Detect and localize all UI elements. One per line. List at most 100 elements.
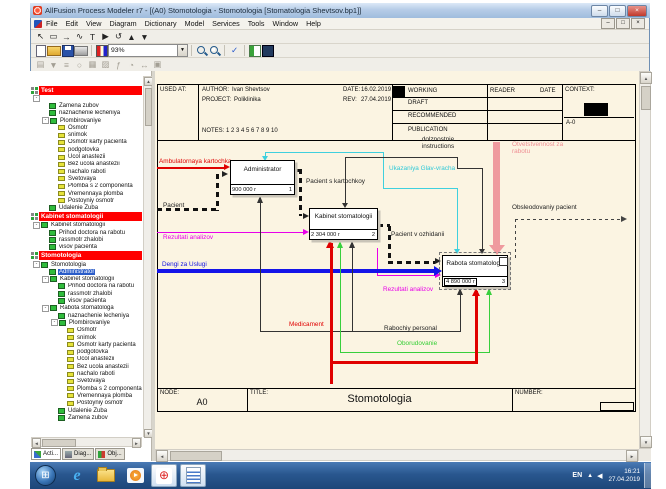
tree-item[interactable]: Bez ucola anastezii [31, 161, 142, 168]
tree-item[interactable]: visov pacienta [31, 244, 142, 251]
arrow-segment[interactable] [340, 243, 341, 353]
bpwin-taskbar-button[interactable]: ⊕ [151, 464, 177, 487]
minimize-button[interactable]: – [591, 5, 608, 17]
tree-expander-icon[interactable]: - [42, 117, 49, 124]
menu-edit[interactable]: Edit [66, 19, 78, 28]
arrow-label-otvetstvennost[interactable]: Otvetstvennost za rabotu [512, 141, 574, 156]
spell-check-button[interactable]: ✓ [228, 45, 241, 57]
tree-item[interactable]: Prihod doctora na rabotu [31, 283, 142, 290]
mdi-restore-button[interactable]: □ [616, 18, 630, 29]
tree-item[interactable]: Ucol anastezii [31, 153, 142, 160]
model-explorer-button[interactable] [248, 45, 261, 57]
arrow-segment[interactable] [388, 261, 435, 264]
tree-item[interactable]: -Rabota stomatologa [31, 305, 142, 312]
tree-item[interactable]: Vremennaya plomba [31, 392, 142, 399]
scrollbar-thumb[interactable] [170, 451, 222, 461]
arrow-label-rezultati-1[interactable]: Rezultati analizov [163, 234, 213, 241]
mdi-close-button[interactable]: × [631, 18, 645, 29]
canvas-horizontal-scrollbar[interactable]: ◄ ► [155, 449, 639, 461]
report-button[interactable] [95, 45, 108, 57]
arrow-segment[interactable] [157, 167, 224, 169]
squiggle-tool-icon[interactable]: ∿ [73, 31, 86, 43]
arrow-label-ukazaniya[interactable]: Ukazaniya Glav-vracha [389, 165, 455, 172]
arrow-segment[interactable] [157, 269, 434, 273]
tree-horizontal-scrollbar[interactable]: ◄ ► [31, 437, 142, 447]
scrollbar-thumb[interactable] [145, 88, 152, 126]
menu-view[interactable]: View [86, 19, 101, 28]
menu-services[interactable]: Services [212, 19, 240, 28]
tree-item[interactable]: Ucol anastezii [31, 356, 142, 363]
arrow-label-rezultati-2[interactable]: Rezultati analizov [383, 286, 433, 293]
print-button[interactable] [74, 45, 88, 57]
canvas-vertical-scrollbar[interactable]: ▲ ▼ [639, 71, 651, 449]
tree-item[interactable]: -Plombirovaniye [31, 319, 142, 326]
document-app-taskbar-button[interactable] [180, 464, 206, 487]
arrow-label-medicament[interactable]: Medicament [289, 321, 324, 328]
arrow-label-rabochiy[interactable]: Rabochiy personal [384, 325, 437, 332]
activity-box-tool-icon[interactable]: ▭ [47, 31, 60, 43]
tree-item[interactable]: - [31, 95, 142, 102]
arrow-segment[interactable] [482, 168, 483, 249]
menu-diagram[interactable]: Diagram [109, 19, 136, 28]
tree-item[interactable]: -Stomotologia [31, 261, 142, 268]
tree-expander-icon[interactable]: - [33, 261, 40, 268]
tree-item[interactable]: Svetovaya [31, 175, 142, 182]
arrow-label-pacient-v-ozhidanii[interactable]: Pacient v ozhidanii [391, 231, 444, 238]
arrow-segment[interactable] [216, 174, 219, 211]
zoom-button[interactable] [195, 45, 208, 57]
tree-expander-icon[interactable]: - [42, 276, 49, 283]
arrow-segment[interactable] [457, 188, 458, 249]
internet-explorer-icon[interactable]: e [64, 464, 90, 487]
arrow-segment[interactable] [460, 291, 461, 332]
arrow-label-oborudovanie[interactable]: Oborudovanie [397, 340, 437, 347]
tree-item[interactable]: -Kabinet stomatologii [31, 276, 142, 283]
arrow-label-pacient[interactable]: Pacient [163, 202, 184, 209]
tree-item[interactable]: naznachenie lecheniya [31, 312, 142, 319]
tree-item[interactable]: Plomba s 2 componenta [31, 385, 142, 392]
arrow-tool-icon[interactable]: → [60, 31, 73, 43]
tree-item[interactable]: Prihod doctora na rabotu [31, 229, 142, 236]
tree-item[interactable]: Postoyniy osmotr [31, 197, 142, 204]
tree-item[interactable]: Udalenie Zuba [31, 407, 142, 414]
model-mart-button[interactable] [261, 45, 274, 57]
arrow-segment[interactable] [457, 157, 458, 168]
tray-expand-icon[interactable]: ▲ [587, 473, 593, 479]
arrow-segment[interactable] [457, 168, 482, 169]
activity-box-administrator[interactable]: Administrator 900 000 r 1 [230, 160, 295, 195]
tree-expander-icon[interactable]: - [42, 305, 49, 312]
tree-item[interactable]: snimok [31, 131, 142, 138]
tree-item[interactable]: Udalenie Zuba [31, 204, 142, 211]
zoom-combo[interactable]: 93% ▼ [108, 44, 188, 57]
tree-item[interactable]: rassmotr zhalobi [31, 290, 142, 297]
arrow-segment[interactable] [330, 361, 478, 364]
arrow-segment[interactable] [299, 169, 302, 216]
open-file-button[interactable] [47, 45, 61, 57]
tree-section-header[interactable]: Kabinet stomatologii [31, 212, 142, 222]
tree-item[interactable]: Osmotr karty pacienta [31, 139, 142, 146]
scrollbar-thumb[interactable] [42, 439, 76, 447]
title-bar[interactable]: AllFusion Process Modeler r7 - [(A0) Sto… [30, 3, 650, 18]
scroll-right-icon[interactable]: ► [626, 450, 638, 462]
tree-expander-icon[interactable]: - [33, 222, 40, 229]
activity-box-kabinet[interactable]: Kabinet stomatologii 2 304 000 r 2 [309, 208, 378, 240]
arrow-segment[interactable] [489, 291, 490, 353]
rotate-tool-icon[interactable]: ↺ [112, 31, 125, 43]
arrow-segment[interactable] [515, 219, 622, 220]
arrow-label-dengi[interactable]: Dengi za Uslugi [162, 261, 207, 268]
tree-item[interactable]: Administrator [31, 268, 142, 275]
close-button[interactable]: × [627, 5, 647, 17]
child-diagram-indicator[interactable] [499, 257, 508, 266]
tree-vertical-scrollbar[interactable]: ▲ ▼ [143, 76, 152, 437]
arrow-segment[interactable] [340, 352, 490, 353]
speaker-icon[interactable]: ◀ [597, 472, 602, 480]
tree-item[interactable]: rassmotr zhalobi [31, 236, 142, 243]
tree-item[interactable]: Osmotr karty pacienta [31, 341, 142, 348]
pointer-tool-icon[interactable]: ↖ [34, 31, 47, 43]
tree-item[interactable]: Vremennaya plomba [31, 190, 142, 197]
tree-item[interactable]: podgotovka [31, 349, 142, 356]
diagram-play-tool-icon[interactable]: ▶ [99, 31, 112, 43]
tree-item[interactable]: Svetovaya [31, 378, 142, 385]
arrow-segment[interactable] [260, 196, 261, 332]
start-button[interactable]: ⊞ [35, 465, 56, 486]
save-button[interactable] [61, 45, 74, 57]
